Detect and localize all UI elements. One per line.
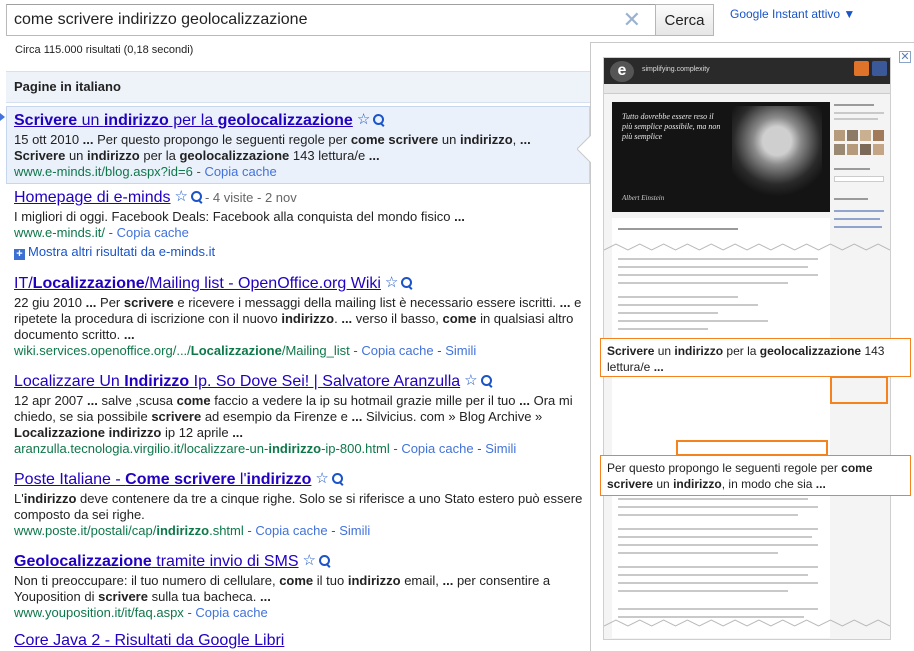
preview-magnifier-icon[interactable] xyxy=(190,191,203,203)
star-icon[interactable]: ☆ xyxy=(357,111,370,128)
similar-link[interactable]: Simili xyxy=(445,343,476,358)
cached-link[interactable]: Copia cache xyxy=(255,523,327,538)
star-icon[interactable]: ☆ xyxy=(464,372,477,389)
result-url: www.e-minds.it/ xyxy=(14,225,106,240)
cached-link[interactable]: Copia cache xyxy=(401,441,473,456)
torn-edge xyxy=(604,243,890,251)
result-url: wiki.services.openoffice.org/.../Localiz… xyxy=(14,343,350,358)
search-result-5: Poste Italiane - Come scrivere l'indiriz… xyxy=(14,470,583,538)
search-result-7: Core Java 2 - Risultati da Google Libri xyxy=(14,631,584,651)
result-pointer-arrow xyxy=(0,113,5,121)
thumb-hero-image: Tutto dovrebbe essere reso il più sempli… xyxy=(612,102,830,212)
thumb-quote-author: Albert Einstein xyxy=(622,194,665,202)
result-url: www.e-minds.it/blog.aspx?id=6 xyxy=(14,164,193,179)
facebook-icon xyxy=(872,61,887,76)
search-result-1: Scrivere un indirizzo per la geolocalizz… xyxy=(14,110,584,180)
search-result-4: Localizzare Un Indirizzo Ip. So Dove Sei… xyxy=(14,371,584,457)
preview-callout-2: Per questo propongo le seguenti regole p… xyxy=(600,455,911,496)
result-snippet: 15 ott 2010 ... Per questo propongo le s… xyxy=(14,132,531,163)
rss-icon xyxy=(854,61,869,76)
result-snippet: L'indirizzo deve contenere da tre a cinq… xyxy=(14,491,583,522)
star-icon[interactable]: ☆ xyxy=(385,274,398,291)
result-snippet: 22 giu 2010 ... Per scrivere e ricevere … xyxy=(14,295,582,342)
result-url: www.youposition.it/it/faq.aspx xyxy=(14,605,184,620)
result-snippet: 12 apr 2007 ... salve ,scusa come faccio… xyxy=(14,393,573,440)
thumb-tagline: simplifying.complexity xyxy=(642,66,710,73)
preview-magnifier-icon[interactable] xyxy=(401,277,413,289)
thumb-header: e simplifying.complexity xyxy=(604,58,890,84)
highlight-box xyxy=(830,376,888,404)
visit-count: - 4 visite - 2 nov xyxy=(204,190,297,205)
thumb-article xyxy=(612,218,830,638)
thumb-nav xyxy=(604,84,890,94)
more-results-label: Mostra altri risultati da e-minds.it xyxy=(28,244,216,259)
section-header: Pagine in italiano xyxy=(6,71,590,103)
result-title-link[interactable]: Localizzare Un Indirizzo Ip. So Dove Sei… xyxy=(14,373,460,390)
similar-link[interactable]: Simili xyxy=(485,441,516,456)
result-title-link[interactable]: Homepage di e-minds xyxy=(14,189,171,206)
preview-callout-1: Scrivere un indirizzo per la geolocalizz… xyxy=(600,338,911,377)
result-url: www.poste.it/postali/cap/indirizzo.shtml xyxy=(14,523,244,538)
cached-link[interactable]: Copia cache xyxy=(195,605,267,620)
result-title-link[interactable]: Geolocalizzazione tramite invio di SMS xyxy=(14,553,299,570)
preview-magnifier-icon[interactable] xyxy=(373,114,385,126)
plus-icon: + xyxy=(14,249,25,260)
search-result-2: Homepage di e-minds ☆ - 4 visite - 2 nov I… xyxy=(14,187,584,241)
result-stats: Circa 115.000 risultati (0,18 secondi) xyxy=(15,44,194,56)
search-result-3: IT/Localizzazione/Mailing list - OpenOff… xyxy=(14,273,584,359)
e-minds-logo: e xyxy=(610,61,634,82)
search-button[interactable]: Cerca xyxy=(655,4,714,36)
torn-edge xyxy=(604,619,890,627)
similar-link[interactable]: Simili xyxy=(339,523,370,538)
result-snippet: I migliori di oggi. Facebook Deals: Face… xyxy=(14,209,465,224)
thumb-quote: Tutto dovrebbe essere reso il più sempli… xyxy=(622,112,721,141)
clear-icon[interactable]: ✕ xyxy=(623,8,641,32)
cached-link[interactable]: Copia cache xyxy=(361,343,433,358)
result-title-link[interactable]: Core Java 2 - Risultati da Google Libri xyxy=(14,632,284,649)
result-title-link[interactable]: IT/Localizzazione/Mailing list - OpenOff… xyxy=(14,275,381,292)
preview-pointer xyxy=(577,135,591,163)
result-url: aranzulla.tecnologia.virgilio.it/localiz… xyxy=(14,441,390,456)
more-results-link[interactable]: + Mostra altri risultati da e-minds.it xyxy=(14,244,215,260)
highlight-box xyxy=(676,440,828,456)
preview-magnifier-icon[interactable] xyxy=(331,473,344,485)
result-title-link[interactable]: Scrivere un indirizzo per la geolocalizz… xyxy=(14,112,353,129)
star-icon[interactable]: ☆ xyxy=(303,552,316,569)
star-icon[interactable]: ☆ xyxy=(315,470,328,487)
einstein-photo xyxy=(732,106,822,206)
result-snippet: Non ti preoccupare: il tuo numero di cel… xyxy=(14,573,551,604)
preview-magnifier-icon[interactable] xyxy=(480,375,493,387)
search-input[interactable]: come scrivere indirizzo geolocalizzazion… xyxy=(6,4,656,36)
section-title: Pagine in italiano xyxy=(14,79,121,94)
close-icon[interactable]: ✕ xyxy=(899,51,911,63)
cached-link[interactable]: Copia cache xyxy=(117,225,189,240)
search-result-6: Geolocalizzazione tramite invio di SMS ☆ … xyxy=(14,551,584,621)
star-icon[interactable]: ☆ xyxy=(175,188,188,205)
search-query-text[interactable]: come scrivere indirizzo geolocalizzazion… xyxy=(14,11,307,29)
preview-magnifier-icon[interactable] xyxy=(318,555,331,567)
instant-toggle-link[interactable]: Google Instant attivo ▼ xyxy=(730,7,855,21)
result-title-link[interactable]: Poste Italiane - Come scrivere l'indiriz… xyxy=(14,471,311,488)
cached-link[interactable]: Copia cache xyxy=(204,164,276,179)
